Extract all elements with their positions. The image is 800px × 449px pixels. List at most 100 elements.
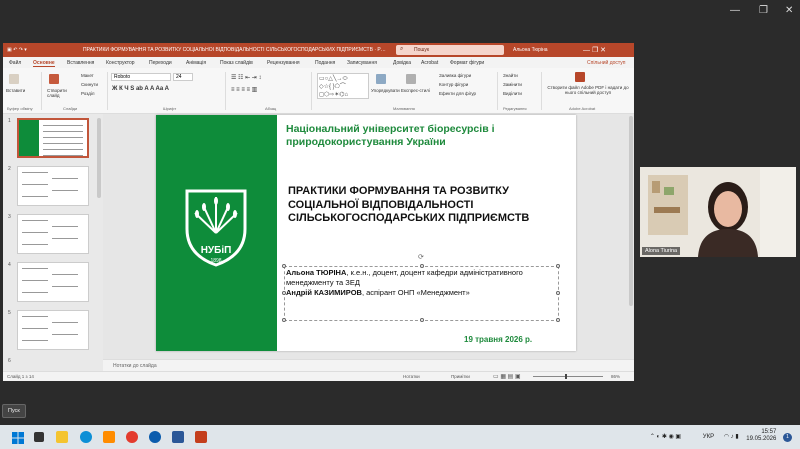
replace-button[interactable]: Замінити — [503, 82, 522, 87]
zoom-thumb[interactable] — [565, 374, 567, 379]
rotate-handle-icon[interactable]: ⟳ — [418, 253, 424, 261]
file-explorer-icon[interactable] — [56, 431, 68, 443]
tab-9[interactable]: Записування — [347, 60, 377, 66]
resize-handle[interactable] — [420, 264, 424, 268]
slide-thumbnail[interactable] — [17, 118, 89, 158]
shapes-gallery[interactable]: ▭○△╲→⬭ ◇☆{ }⬠⌒ ◻⬡⇨✶⌬⌂ — [317, 73, 369, 99]
resize-handle[interactable] — [282, 291, 286, 295]
shape-effects-button[interactable]: Ефекти для фігур — [439, 91, 476, 96]
notes-pane[interactable]: Нотатки до слайда — [103, 359, 634, 371]
tab-10[interactable]: Довідка — [393, 60, 411, 66]
clock[interactable]: 15:57 19.05.2026 — [746, 429, 776, 443]
notes-button[interactable]: Нотатки — [403, 374, 420, 379]
resize-handle[interactable] — [282, 318, 286, 322]
zoom-app-icon[interactable] — [149, 431, 161, 443]
tab-4[interactable]: Переходи — [149, 60, 172, 66]
font-size-select[interactable]: 24 — [173, 73, 193, 81]
restore-icon[interactable]: ❐ — [759, 5, 768, 16]
tab-12[interactable]: Формат фігури — [450, 60, 484, 66]
notification-badge-icon[interactable]: 1 — [783, 432, 792, 442]
new-slide-icon[interactable] — [49, 74, 59, 84]
university-title: Національний університет біоресурсів і п… — [286, 123, 495, 148]
tab-7[interactable]: Рецензування — [267, 60, 300, 66]
align-buttons-icon[interactable]: ≡ ≡ ≡ ≡ ▥ — [231, 86, 257, 93]
tab-6[interactable]: Показ слайдів — [220, 60, 253, 66]
save-icon[interactable]: ▣ ↶ ↷ ▾ — [7, 47, 27, 53]
tray-icons[interactable]: ⌃ ◐ ✱ ◉ ▣ — [650, 434, 681, 440]
tab-3[interactable]: Конструктор — [106, 60, 135, 66]
ribbon-tabs: Файл Основне Вставлення Конструктор Переходи… — [3, 57, 634, 68]
system-tray: ⌃ ◐ ✱ ◉ ▣ УКР ◠ ♪ ▮ 15:57 19.05.2026 1 — [650, 429, 792, 443]
layout-button[interactable]: Макет — [81, 73, 94, 78]
arrange-button[interactable]: Упорядкувати — [371, 88, 401, 93]
resize-handle[interactable] — [556, 264, 560, 268]
task-view-icon[interactable] — [34, 432, 44, 442]
resize-handle[interactable] — [282, 264, 286, 268]
adobe-pdf-icon[interactable] — [575, 72, 585, 82]
current-slide[interactable]: НУБіП 1898 Національний університет біор… — [156, 115, 576, 351]
format-buttons-icon[interactable]: Ж К Ч S ab A A Aa A — [112, 86, 169, 92]
paste-button[interactable]: Вставити — [6, 88, 25, 93]
shape-outline-button[interactable]: Контур фігури — [439, 82, 468, 87]
logo-text: НУБіП — [200, 245, 232, 256]
network-volume-icon[interactable]: ◠ ♪ ▮ — [724, 434, 739, 440]
slide-thumbnail[interactable] — [17, 262, 89, 302]
word-icon[interactable] — [172, 431, 184, 443]
participant-name: Alona Tiurina — [642, 247, 681, 255]
resize-handle[interactable] — [556, 318, 560, 322]
view-buttons-icon[interactable]: ▭ ▦ ▤ ▣ — [493, 373, 521, 380]
create-pdf-button[interactable]: Створити файл Adobe PDF і надати до ньог… — [544, 85, 632, 95]
canvas-scrollbar[interactable] — [629, 116, 633, 306]
section-button[interactable]: Розділ — [81, 91, 94, 96]
resize-handle[interactable] — [556, 291, 560, 295]
share-button[interactable]: Спільний доступ — [587, 60, 625, 66]
close-icon[interactable]: ✕ — [785, 5, 793, 16]
window-controls-icon[interactable]: — ❐ ✕ — [583, 46, 606, 54]
language-indicator[interactable]: УКР — [703, 434, 714, 440]
video-participant-tile[interactable]: Alona Tiurina — [640, 167, 796, 257]
quick-styles-icon[interactable] — [406, 74, 416, 84]
thumbnail-text-line — [52, 178, 78, 179]
thumbnail-text-line — [43, 137, 83, 138]
thumbnail-scrollbar[interactable] — [97, 118, 101, 198]
tab-11[interactable]: Acrobat — [421, 60, 438, 66]
powerpoint-icon[interactable] — [195, 431, 207, 443]
arrange-icon[interactable] — [376, 74, 386, 84]
files-icon[interactable] — [103, 431, 115, 443]
reset-button[interactable]: Скинути — [81, 82, 98, 87]
comments-button[interactable]: Примітки — [451, 374, 470, 379]
group-slides: Слайди — [63, 106, 78, 111]
shape-fill-button[interactable]: Заливка фігури — [439, 73, 471, 78]
slide-thumbnail[interactable] — [17, 310, 89, 350]
quick-styles-button[interactable]: Експрес-стилі — [401, 88, 431, 93]
tab-8[interactable]: Подання — [315, 60, 335, 66]
paste-icon[interactable] — [9, 74, 19, 84]
new-slide-button[interactable]: Створити слайд — [47, 88, 77, 98]
resize-handle[interactable] — [420, 318, 424, 322]
font-name-select[interactable]: Roboto — [111, 73, 171, 81]
start-tooltip: Пуск — [2, 404, 26, 418]
chrome-icon[interactable] — [126, 431, 138, 443]
group-editing: Редагування — [503, 106, 527, 111]
list-buttons-icon[interactable]: ☰ ☷ ⇤ ⇥ ↕ — [231, 74, 261, 81]
tab-5[interactable]: Анімація — [186, 60, 206, 66]
tab-2[interactable]: Вставлення — [67, 60, 94, 66]
search-input[interactable]: ⌕ Пошук — [396, 45, 504, 55]
tab-0[interactable]: Файл — [9, 60, 21, 66]
title-bar: ▣ ↶ ↷ ▾ ПРАКТИКИ ФОРМУВАННЯ ТА РОЗВИТКУ … — [3, 43, 634, 57]
minimize-icon[interactable]: — — [730, 5, 740, 16]
windows-start-icon[interactable] — [12, 431, 24, 444]
thumbnail-text-line — [52, 226, 78, 227]
slide-thumbnail[interactable] — [17, 166, 89, 206]
user-name[interactable]: Альона Тюріна — [513, 47, 548, 53]
zoom-level[interactable]: 86% — [611, 374, 620, 379]
tab-1[interactable]: Основне — [33, 60, 55, 67]
edge-icon[interactable] — [80, 431, 92, 443]
top-strip: — ❐ ✕ — [0, 0, 800, 22]
select-button[interactable]: Виділити — [503, 91, 522, 96]
slide-thumbnail[interactable] — [17, 214, 89, 254]
thumbnail-text-line — [43, 143, 83, 144]
find-button[interactable]: Знайти — [503, 73, 518, 78]
thumbnail-text-line — [22, 280, 48, 281]
zoom-slider[interactable] — [533, 376, 603, 377]
